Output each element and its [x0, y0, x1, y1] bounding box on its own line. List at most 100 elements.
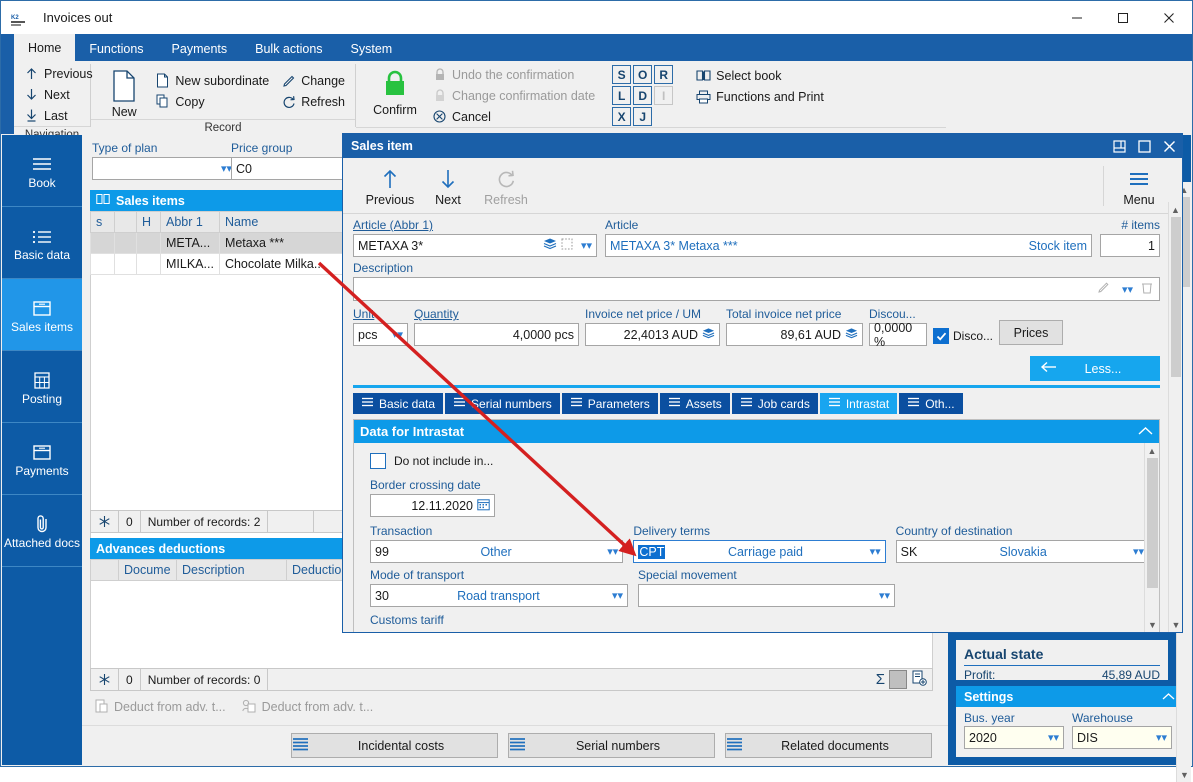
trash-icon[interactable] — [1141, 281, 1153, 297]
sigma-icon[interactable]: Σ — [876, 671, 885, 688]
sidebar-item-payments[interactable]: Payments — [2, 423, 82, 495]
dialog-restore-button[interactable] — [1107, 134, 1132, 158]
minimize-button[interactable] — [1054, 1, 1100, 34]
right-section-settings-header[interactable]: Settings — [956, 686, 1183, 707]
tab-other[interactable]: Oth... — [899, 393, 963, 414]
dialog-maximize-button[interactable] — [1132, 134, 1157, 158]
ribbon-tab-bulk-actions[interactable]: Bulk actions — [241, 36, 336, 61]
ribbon-tab-home[interactable]: Home — [14, 34, 76, 61]
article-abbr-input[interactable]: METAXA 3* ▾▾ — [353, 234, 597, 257]
col-s[interactable]: s — [90, 211, 115, 233]
stack-icon[interactable] — [845, 327, 858, 343]
functions-and-print-button[interactable]: Functions and Print — [692, 86, 828, 107]
intrastat-section-header[interactable]: Data for Intrastat — [354, 420, 1159, 443]
stack-icon[interactable] — [543, 237, 557, 254]
dropdown-icon[interactable]: ▾▾ — [1152, 731, 1167, 744]
sidebar-item-sales-items[interactable]: Sales items — [2, 279, 82, 351]
refresh-button[interactable]: Refresh — [277, 91, 349, 112]
ribbon-tab-payments[interactable]: Payments — [158, 36, 242, 61]
dropdown-icon[interactable]: ▾▾ — [217, 162, 232, 175]
color-swatch[interactable] — [889, 670, 907, 689]
discount-input[interactable]: 0,0000 % — [869, 321, 927, 349]
letter-button-j[interactable]: J — [633, 107, 653, 126]
copy-button[interactable]: Copy — [151, 91, 273, 112]
scroll-down-icon[interactable]: ▼ — [1145, 617, 1159, 632]
new-button[interactable]: New — [97, 65, 151, 119]
discount-checkbox-group[interactable]: Disco... — [933, 328, 993, 346]
confirm-button[interactable]: Confirm — [362, 63, 428, 117]
quantity-input[interactable]: 4,0000 pcs — [414, 323, 579, 346]
new-subordinate-button[interactable]: New subordinate — [151, 70, 273, 91]
bus-year-input[interactable]: 2020 ▾▾ — [964, 726, 1064, 749]
maximize-button[interactable] — [1100, 1, 1146, 34]
chevron-up-icon[interactable] — [1162, 690, 1175, 704]
dropdown-icon[interactable]: ▾▾ — [577, 239, 592, 252]
scroll-down-icon[interactable]: ▼ — [1169, 617, 1183, 632]
dotted-box-icon[interactable] — [561, 238, 573, 253]
letter-button-s[interactable]: S — [612, 65, 632, 84]
sidebar-item-attached-docs[interactable]: Attached docs — [2, 495, 82, 567]
prices-button[interactable]: Prices — [999, 320, 1064, 345]
tab-parameters[interactable]: Parameters — [561, 393, 658, 414]
export-icon[interactable] — [911, 670, 927, 689]
less-button[interactable]: Less... — [1030, 356, 1160, 381]
scroll-down-icon[interactable]: ▼ — [1177, 767, 1192, 782]
col-document[interactable]: Docume — [118, 559, 177, 581]
tab-job-cards[interactable]: Job cards — [731, 393, 818, 414]
dialog-next-button[interactable]: Next — [419, 165, 477, 207]
num-items-input[interactable]: 1 — [1100, 234, 1160, 257]
do-not-include-checkbox-group[interactable]: Do not include in... — [370, 451, 1149, 471]
snowflake-icon-cell[interactable] — [91, 668, 119, 691]
delivery-terms-input[interactable]: CPT Carriage paid ▾▾ — [633, 540, 886, 563]
transaction-input[interactable]: 99 Other ▾▾ — [370, 540, 624, 563]
total-net-price-input[interactable]: 89,61 AUD — [726, 323, 863, 346]
dialog-refresh-button[interactable]: Refresh — [477, 165, 535, 207]
dropdown-icon[interactable]: ▾▾ — [1129, 545, 1144, 558]
serial-numbers-button[interactable]: Serial numbers — [508, 733, 715, 758]
checkbox-unchecked-icon[interactable] — [370, 453, 386, 469]
select-book-button[interactable]: Select book — [692, 65, 828, 86]
border-crossing-date-input[interactable]: 12.11.2020 — [370, 494, 495, 517]
close-button[interactable] — [1146, 1, 1192, 34]
tab-intrastat[interactable]: Intrastat — [819, 393, 898, 414]
scrollbar-thumb[interactable] — [1147, 458, 1158, 588]
special-movement-input[interactable]: ▾▾ — [638, 584, 895, 607]
dropdown-icon[interactable]: ▾▾ — [1044, 731, 1059, 744]
related-documents-button[interactable]: Related documents — [725, 733, 932, 758]
ribbon-tab-system[interactable]: System — [337, 36, 407, 61]
dialog-scrollbar[interactable]: ▲ ▼ — [1168, 202, 1182, 632]
scroll-up-icon[interactable]: ▲ — [1145, 443, 1159, 458]
dialog-title-bar[interactable]: Sales item — [343, 134, 1182, 158]
letter-button-x[interactable]: X — [612, 107, 632, 126]
deduct-from-adv-doc-button[interactable]: Deduct from adv. t... — [90, 696, 230, 717]
deduct-from-adv-person-button[interactable]: Deduct from adv. t... — [238, 696, 378, 717]
next-button[interactable]: Next — [20, 84, 74, 105]
last-button[interactable]: Last — [20, 105, 72, 126]
change-button[interactable]: Change — [277, 70, 349, 91]
snowflake-icon-cell[interactable] — [91, 510, 119, 533]
previous-button[interactable]: Previous — [20, 63, 97, 84]
chevron-up-icon[interactable] — [1138, 424, 1153, 439]
calendar-icon[interactable] — [477, 498, 490, 514]
intrastat-scrollbar[interactable]: ▲ ▼ — [1144, 443, 1159, 632]
dropdown-icon[interactable]: ▾▾ — [388, 328, 403, 341]
col-abbr1[interactable]: Abbr 1 — [160, 211, 220, 233]
letter-button-o[interactable]: O — [633, 65, 653, 84]
net-price-um-input[interactable]: 22,4013 AUD — [585, 323, 720, 346]
sidebar-item-basic-data[interactable]: Basic data — [2, 207, 82, 279]
tab-serial-numbers[interactable]: Serial numbers — [445, 393, 560, 414]
tab-basic-data[interactable]: Basic data — [353, 393, 444, 414]
col-description[interactable]: Description — [176, 559, 287, 581]
letter-button-d[interactable]: D — [633, 86, 653, 105]
col-blank[interactable] — [114, 211, 137, 233]
scrollbar-thumb[interactable] — [1171, 217, 1181, 377]
dropdown-icon[interactable]: ▾▾ — [603, 545, 618, 558]
dropdown-icon[interactable]: ▾▾ — [866, 545, 881, 558]
dialog-menu-button[interactable]: Menu — [1110, 165, 1168, 207]
change-confirmation-date-button[interactable]: Change confirmation date — [428, 85, 599, 106]
col-h[interactable]: H — [136, 211, 161, 233]
stack-icon[interactable] — [702, 327, 715, 343]
undo-confirmation-button[interactable]: Undo the confirmation — [428, 64, 599, 85]
dialog-close-button[interactable] — [1157, 134, 1182, 158]
letter-button-r[interactable]: R — [654, 65, 674, 84]
